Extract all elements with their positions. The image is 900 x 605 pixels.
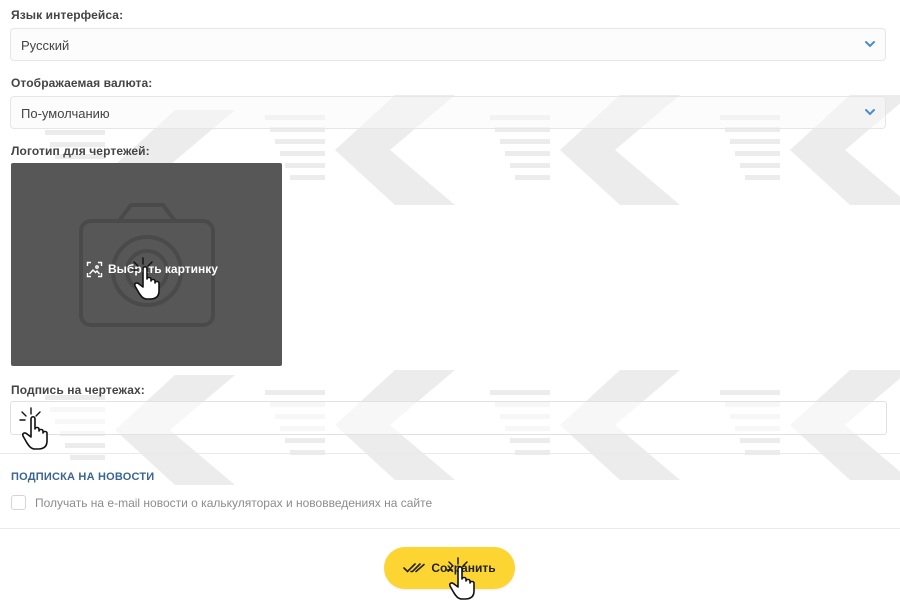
- currency-label: Отображаемая валюта:: [11, 76, 153, 90]
- newsletter-checkbox-label: Получать на e-mail новости о калькулятор…: [35, 495, 433, 510]
- profile-settings-form: Язык интерфейса: Русский Отображаемая ва…: [0, 0, 900, 605]
- newsletter-section-title: ПОДПИСКА НА НОВОСТИ: [11, 471, 155, 483]
- logo-label: Логотип для чертежей:: [11, 144, 150, 158]
- logo-upload-area[interactable]: Выбрать картинку: [11, 163, 282, 366]
- choose-image-button[interactable]: Выбрать картинку: [86, 260, 218, 278]
- choose-image-label: Выбрать картинку: [108, 262, 218, 276]
- save-button-label: Сохранить: [431, 561, 496, 575]
- chevron-down-icon: [865, 109, 875, 116]
- double-check-icon: [403, 563, 426, 573]
- image-icon: [86, 261, 103, 277]
- signature-label: Подпись на чертежах:: [11, 383, 145, 397]
- save-button[interactable]: Сохранить: [384, 547, 515, 589]
- divider: [0, 528, 900, 529]
- signature-input[interactable]: [10, 401, 887, 435]
- language-select-value: Русский: [21, 38, 70, 53]
- currency-select-value: По-умолчанию: [21, 106, 110, 121]
- language-label: Язык интерфейса:: [11, 8, 124, 22]
- language-select[interactable]: Русский: [10, 28, 886, 61]
- newsletter-option[interactable]: Получать на e-mail новости о калькулятор…: [11, 495, 432, 510]
- currency-select[interactable]: По-умолчанию: [10, 96, 886, 129]
- chevron-down-icon: [865, 41, 875, 48]
- divider: [0, 453, 900, 454]
- newsletter-checkbox[interactable]: [11, 495, 26, 510]
